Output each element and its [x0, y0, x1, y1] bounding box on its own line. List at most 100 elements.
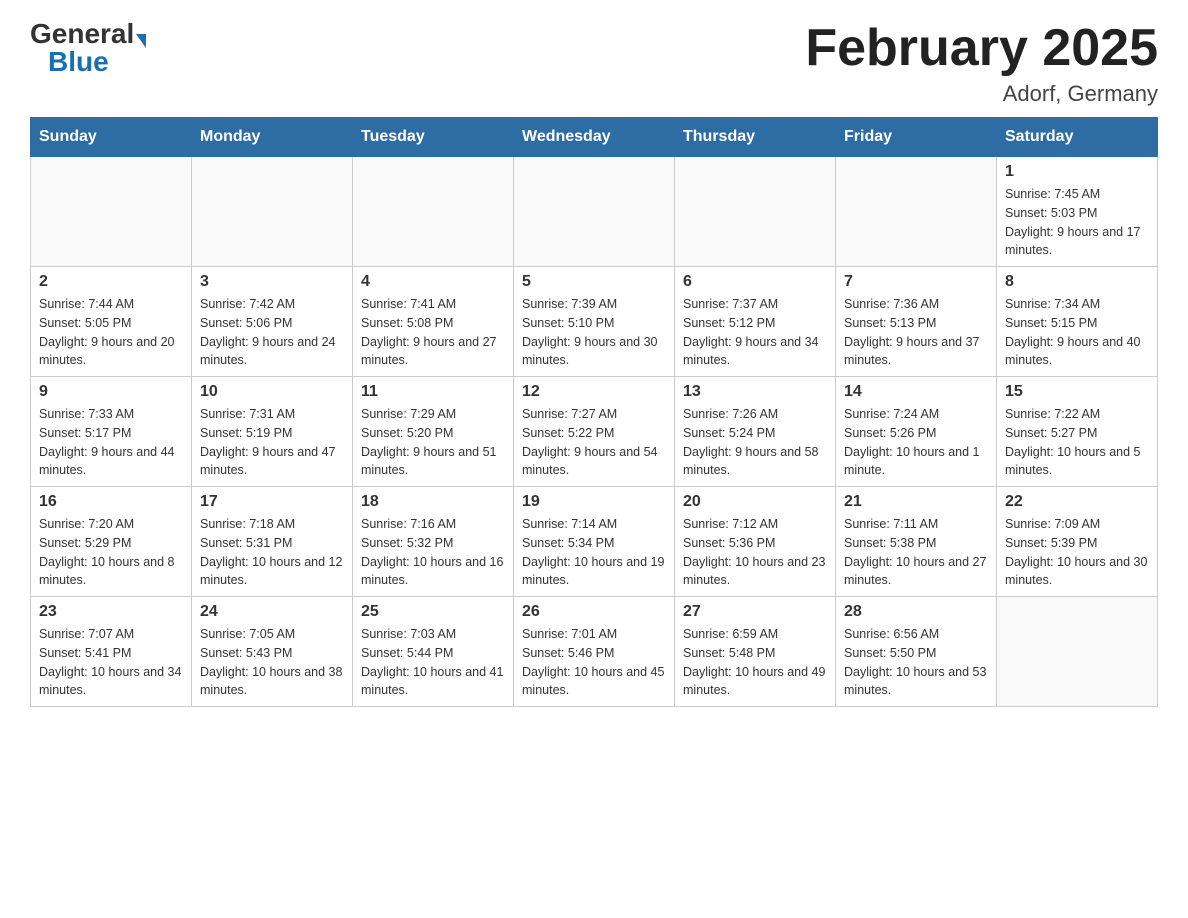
calendar-day-cell [31, 157, 192, 267]
calendar-header-row: SundayMondayTuesdayWednesdayThursdayFrid… [31, 118, 1158, 157]
day-number: 24 [200, 603, 344, 621]
calendar-day-cell: 28 Sunrise: 6:56 AMSunset: 5:50 PMDayligh… [836, 597, 997, 707]
calendar-week-row: 2 Sunrise: 7:44 AMSunset: 5:05 PMDaylight… [31, 267, 1158, 377]
calendar-day-header: Tuesday [353, 118, 514, 157]
day-number: 11 [361, 383, 505, 401]
location-label: Adorf, Germany [805, 81, 1158, 107]
day-number: 20 [683, 493, 827, 511]
day-number: 5 [522, 273, 666, 291]
day-info: Sunrise: 7:05 AMSunset: 5:43 PMDaylight:… [200, 625, 344, 700]
day-number: 28 [844, 603, 988, 621]
calendar-day-cell [675, 157, 836, 267]
calendar-week-row: 23 Sunrise: 7:07 AMSunset: 5:41 PMDayligh… [31, 597, 1158, 707]
calendar-day-cell: 8 Sunrise: 7:34 AMSunset: 5:15 PMDaylight… [997, 267, 1158, 377]
calendar-day-header: Saturday [997, 118, 1158, 157]
calendar-day-cell: 27 Sunrise: 6:59 AMSunset: 5:48 PMDayligh… [675, 597, 836, 707]
day-number: 3 [200, 273, 344, 291]
day-number: 22 [1005, 493, 1149, 511]
day-number: 1 [1005, 163, 1149, 181]
day-info: Sunrise: 7:36 AMSunset: 5:13 PMDaylight:… [844, 295, 988, 370]
calendar-week-row: 1 Sunrise: 7:45 AMSunset: 5:03 PMDaylight… [31, 157, 1158, 267]
day-info: Sunrise: 7:44 AMSunset: 5:05 PMDaylight:… [39, 295, 183, 370]
day-info: Sunrise: 7:07 AMSunset: 5:41 PMDaylight:… [39, 625, 183, 700]
day-number: 27 [683, 603, 827, 621]
logo-general-text: General [30, 20, 134, 48]
calendar-day-cell: 18 Sunrise: 7:16 AMSunset: 5:32 PMDayligh… [353, 487, 514, 597]
day-number: 26 [522, 603, 666, 621]
calendar-day-cell: 9Sunrise: 7:33 AMSunset: 5:17 PMDaylight… [31, 377, 192, 487]
calendar-day-cell: 11 Sunrise: 7:29 AMSunset: 5:20 PMDayligh… [353, 377, 514, 487]
calendar-day-cell: 23 Sunrise: 7:07 AMSunset: 5:41 PMDayligh… [31, 597, 192, 707]
calendar-day-cell: 14Sunrise: 7:24 AMSunset: 5:26 PMDayligh… [836, 377, 997, 487]
day-number: 7 [844, 273, 988, 291]
calendar-day-cell: 3 Sunrise: 7:42 AMSunset: 5:06 PMDaylight… [192, 267, 353, 377]
day-number: 4 [361, 273, 505, 291]
day-number: 16 [39, 493, 183, 511]
day-info: Sunrise: 7:31 AMSunset: 5:19 PMDaylight:… [200, 405, 344, 480]
calendar-week-row: 9Sunrise: 7:33 AMSunset: 5:17 PMDaylight… [31, 377, 1158, 487]
calendar-day-cell: 15Sunrise: 7:22 AMSunset: 5:27 PMDayligh… [997, 377, 1158, 487]
calendar-day-cell [353, 157, 514, 267]
calendar-day-cell: 25 Sunrise: 7:03 AMSunset: 5:44 PMDayligh… [353, 597, 514, 707]
calendar-week-row: 16 Sunrise: 7:20 AMSunset: 5:29 PMDayligh… [31, 487, 1158, 597]
day-info: Sunrise: 7:39 AMSunset: 5:10 PMDaylight:… [522, 295, 666, 370]
day-number: 21 [844, 493, 988, 511]
day-info: Sunrise: 7:37 AMSunset: 5:12 PMDaylight:… [683, 295, 827, 370]
calendar-day-cell: 19 Sunrise: 7:14 AMSunset: 5:34 PMDayligh… [514, 487, 675, 597]
day-number: 8 [1005, 273, 1149, 291]
calendar-day-cell: 26 Sunrise: 7:01 AMSunset: 5:46 PMDayligh… [514, 597, 675, 707]
logo-arrow-icon [136, 34, 146, 48]
day-number: 13 [683, 383, 827, 401]
day-number: 19 [522, 493, 666, 511]
day-info: Sunrise: 7:33 AMSunset: 5:17 PMDaylight:… [39, 405, 183, 480]
calendar-day-header: Friday [836, 118, 997, 157]
day-info: Sunrise: 7:09 AMSunset: 5:39 PMDaylight:… [1005, 515, 1149, 590]
calendar-day-cell: 13 Sunrise: 7:26 AMSunset: 5:24 PMDayligh… [675, 377, 836, 487]
calendar-day-header: Monday [192, 118, 353, 157]
calendar-day-cell [997, 597, 1158, 707]
calendar-day-cell: 7 Sunrise: 7:36 AMSunset: 5:13 PMDaylight… [836, 267, 997, 377]
calendar-day-cell: 21 Sunrise: 7:11 AMSunset: 5:38 PMDayligh… [836, 487, 997, 597]
day-info: Sunrise: 7:22 AMSunset: 5:27 PMDaylight:… [1005, 405, 1149, 480]
title-block: February 2025 Adorf, Germany [805, 20, 1158, 107]
calendar-day-cell: 6 Sunrise: 7:37 AMSunset: 5:12 PMDaylight… [675, 267, 836, 377]
day-info: Sunrise: 7:01 AMSunset: 5:46 PMDaylight:… [522, 625, 666, 700]
month-title: February 2025 [805, 20, 1158, 77]
calendar-day-cell: 5 Sunrise: 7:39 AMSunset: 5:10 PMDaylight… [514, 267, 675, 377]
calendar-day-cell: 4 Sunrise: 7:41 AMSunset: 5:08 PMDaylight… [353, 267, 514, 377]
day-info: Sunrise: 7:42 AMSunset: 5:06 PMDaylight:… [200, 295, 344, 370]
day-info: Sunrise: 7:16 AMSunset: 5:32 PMDaylight:… [361, 515, 505, 590]
day-number: 10 [200, 383, 344, 401]
calendar-day-cell: 16 Sunrise: 7:20 AMSunset: 5:29 PMDayligh… [31, 487, 192, 597]
day-info: Sunrise: 7:03 AMSunset: 5:44 PMDaylight:… [361, 625, 505, 700]
calendar-day-cell: 22 Sunrise: 7:09 AMSunset: 5:39 PMDayligh… [997, 487, 1158, 597]
day-number: 12 [522, 383, 666, 401]
day-number: 25 [361, 603, 505, 621]
day-number: 14 [844, 383, 988, 401]
day-info: Sunrise: 7:45 AMSunset: 5:03 PMDaylight:… [1005, 185, 1149, 260]
calendar-day-cell: 24 Sunrise: 7:05 AMSunset: 5:43 PMDayligh… [192, 597, 353, 707]
day-info: Sunrise: 7:20 AMSunset: 5:29 PMDaylight:… [39, 515, 183, 590]
day-info: Sunrise: 7:29 AMSunset: 5:20 PMDaylight:… [361, 405, 505, 480]
day-number: 17 [200, 493, 344, 511]
day-info: Sunrise: 7:41 AMSunset: 5:08 PMDaylight:… [361, 295, 505, 370]
day-info: Sunrise: 6:56 AMSunset: 5:50 PMDaylight:… [844, 625, 988, 700]
calendar-day-cell [192, 157, 353, 267]
day-info: Sunrise: 7:11 AMSunset: 5:38 PMDaylight:… [844, 515, 988, 590]
day-info: Sunrise: 7:26 AMSunset: 5:24 PMDaylight:… [683, 405, 827, 480]
calendar-day-cell [514, 157, 675, 267]
day-info: Sunrise: 7:14 AMSunset: 5:34 PMDaylight:… [522, 515, 666, 590]
calendar-day-header: Sunday [31, 118, 192, 157]
calendar-day-cell: 12 Sunrise: 7:27 AMSunset: 5:22 PMDayligh… [514, 377, 675, 487]
calendar-day-cell: 2 Sunrise: 7:44 AMSunset: 5:05 PMDaylight… [31, 267, 192, 377]
calendar-day-header: Wednesday [514, 118, 675, 157]
page-header: General Blue February 2025 Adorf, German… [30, 20, 1158, 107]
day-number: 23 [39, 603, 183, 621]
day-number: 2 [39, 273, 183, 291]
day-info: Sunrise: 6:59 AMSunset: 5:48 PMDaylight:… [683, 625, 827, 700]
day-number: 6 [683, 273, 827, 291]
day-number: 18 [361, 493, 505, 511]
day-info: Sunrise: 7:27 AMSunset: 5:22 PMDaylight:… [522, 405, 666, 480]
day-info: Sunrise: 7:34 AMSunset: 5:15 PMDaylight:… [1005, 295, 1149, 370]
calendar-table: SundayMondayTuesdayWednesdayThursdayFrid… [30, 117, 1158, 707]
